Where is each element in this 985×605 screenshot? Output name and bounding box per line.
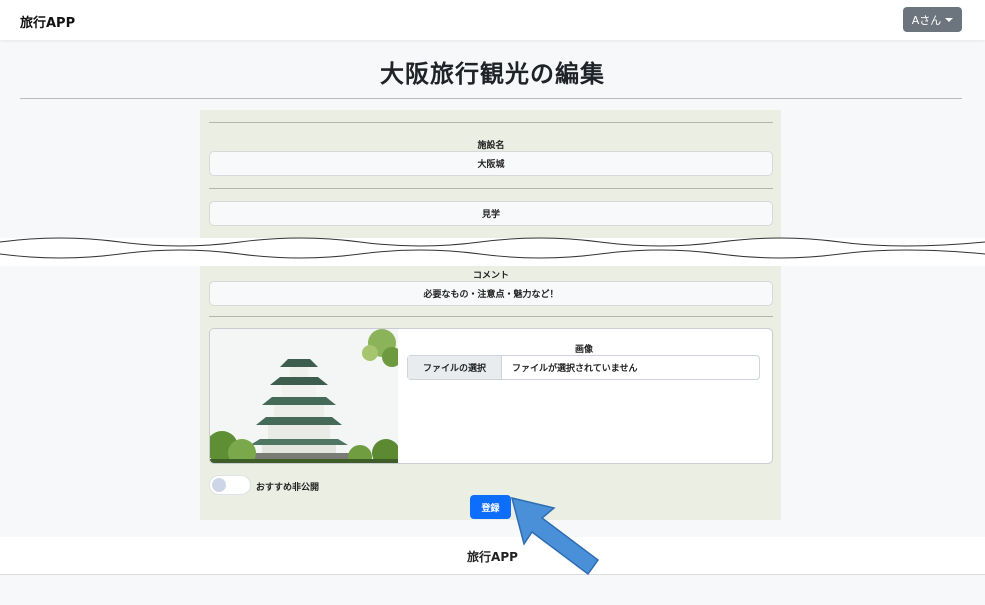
- brand-link[interactable]: 旅行APP: [20, 12, 75, 31]
- toggle-knob: [212, 478, 226, 492]
- divider: [209, 122, 773, 123]
- title-divider: [20, 98, 962, 99]
- toggle-label: おすすめ非公開: [256, 483, 320, 493]
- page-title: 大阪旅行観光の編集: [380, 60, 605, 88]
- choose-file-button[interactable]: ファイルの選択: [408, 356, 502, 379]
- navbar: 旅行APP Aさん: [0, 0, 985, 40]
- pointer-arrow-icon: [510, 496, 600, 576]
- torn-edge-lines: [0, 237, 985, 259]
- comment-label: コメント: [472, 271, 509, 281]
- user-menu-label: Aさん: [911, 13, 942, 27]
- private-recommend-toggle[interactable]: [209, 475, 251, 495]
- divider: [209, 188, 773, 189]
- category-select[interactable]: 見学: [209, 201, 773, 226]
- user-menu-button[interactable]: Aさん: [903, 7, 962, 32]
- footer: 旅行APP: [0, 537, 985, 575]
- comment-input[interactable]: 必要なもの・注意点・魅力など！: [209, 281, 773, 306]
- chevron-down-icon: [945, 17, 954, 22]
- osaka-castle-photo: [210, 329, 398, 463]
- facility-name-label: 施設名: [477, 141, 505, 151]
- file-status-text: ファイルが選択されていません: [512, 364, 638, 374]
- image-file-input[interactable]: ファイルの選択 ファイルが選択されていません: [407, 355, 760, 380]
- footer-brand: 旅行APP: [467, 550, 518, 564]
- facility-name-input[interactable]: 大阪城: [209, 151, 773, 176]
- divider: [209, 316, 773, 317]
- image-label: 画像: [574, 345, 593, 355]
